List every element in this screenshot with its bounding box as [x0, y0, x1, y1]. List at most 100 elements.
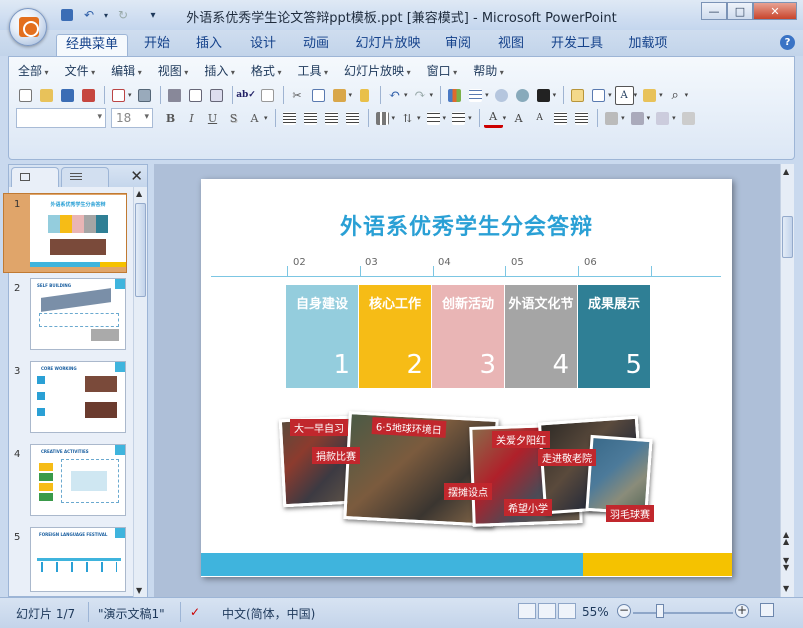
- tab-slideshow[interactable]: 幻灯片放映: [349, 34, 427, 56]
- menu-edit[interactable]: 编辑: [103, 62, 150, 80]
- tab-design[interactable]: 设计: [242, 34, 284, 56]
- scroll-up-icon[interactable]: ▲: [783, 167, 789, 176]
- previous-slide-icon[interactable]: ▲ ▲: [783, 531, 789, 546]
- menu-all[interactable]: 全部: [10, 62, 57, 80]
- minimize-button[interactable]: —: [701, 2, 727, 20]
- permission-icon[interactable]: [79, 86, 98, 105]
- print-preview-icon[interactable]: [186, 86, 205, 105]
- menu-slideshow[interactable]: 幻灯片放映: [336, 62, 419, 80]
- find-icon[interactable]: ⌕: [666, 86, 685, 105]
- underline-button[interactable]: U: [203, 109, 222, 128]
- numbering-icon[interactable]: [424, 109, 443, 128]
- shape-fill-icon[interactable]: [679, 109, 698, 128]
- scroll-thumb[interactable]: [782, 216, 793, 258]
- slide-thumbnail-1[interactable]: 外语系优秀学生分会答辩: [30, 195, 126, 267]
- close-pane-icon[interactable]: ✕: [130, 167, 143, 185]
- increase-indent-icon[interactable]: [572, 109, 591, 128]
- shapes-icon[interactable]: [602, 109, 621, 128]
- zoom-out-button[interactable]: −: [617, 604, 631, 618]
- section-box-4[interactable]: 外语文化节 4: [505, 285, 577, 388]
- scroll-thumb[interactable]: [135, 203, 146, 297]
- zoom-slider-handle[interactable]: [656, 604, 664, 618]
- menu-window[interactable]: 窗口: [419, 62, 466, 80]
- cut-icon[interactable]: ✂: [288, 86, 307, 105]
- publish-icon[interactable]: [135, 86, 154, 105]
- font-color-icon[interactable]: A: [483, 109, 503, 128]
- clip-art-icon[interactable]: [492, 86, 511, 105]
- section-box-1[interactable]: 自身建设 1: [286, 285, 358, 388]
- tab-animations[interactable]: 动画: [295, 34, 337, 56]
- photo-collage[interactable]: 大一早自习 捐款比赛 6·5地球环境日 摆摊设点 关爱夕阳红 走进敬老院 希望小…: [276, 411, 656, 541]
- text-direction-icon[interactable]: ⇅: [398, 109, 417, 128]
- copy-icon[interactable]: [309, 86, 328, 105]
- slide-sorter-icon[interactable]: [538, 603, 556, 619]
- section-box-2[interactable]: 核心工作 2: [359, 285, 431, 388]
- print-icon[interactable]: [165, 86, 184, 105]
- editor-scrollbar[interactable]: ▲ ▲ ▲ ▼ ▼ ▼: [780, 164, 794, 597]
- slide-layout-icon[interactable]: [589, 86, 608, 105]
- hyperlink-icon[interactable]: [513, 86, 532, 105]
- tab-insert[interactable]: 插入: [188, 34, 230, 56]
- tab-developer[interactable]: 开发工具: [546, 34, 608, 56]
- character-spacing-button[interactable]: A: [245, 109, 264, 128]
- insert-table-icon[interactable]: [466, 86, 485, 105]
- spell-check-icon[interactable]: ✓: [190, 605, 200, 619]
- color-grayscale-icon[interactable]: [534, 86, 553, 105]
- help-icon[interactable]: ?: [780, 35, 795, 50]
- arrange-icon[interactable]: [628, 109, 647, 128]
- slide-thumbnail-3[interactable]: CORE WORKING: [30, 361, 126, 433]
- italic-button[interactable]: I: [182, 109, 201, 128]
- slideshow-view-icon[interactable]: [558, 603, 576, 619]
- menu-tools[interactable]: 工具: [289, 62, 336, 80]
- scroll-down-icon[interactable]: ▼: [783, 584, 789, 593]
- shrink-font-icon[interactable]: A: [530, 109, 549, 128]
- align-right-icon[interactable]: [322, 109, 341, 128]
- section-box-5[interactable]: 成果展示 5: [578, 285, 650, 388]
- normal-view-icon[interactable]: [518, 603, 536, 619]
- tab-review[interactable]: 审阅: [437, 34, 479, 56]
- menu-file[interactable]: 文件: [57, 62, 104, 80]
- paste-icon[interactable]: [330, 86, 349, 105]
- bullets-icon[interactable]: [449, 109, 468, 128]
- format-painter-icon[interactable]: [355, 86, 374, 105]
- new-slide-icon[interactable]: [568, 86, 587, 105]
- open-folder-icon[interactable]: [640, 86, 659, 105]
- justify-icon[interactable]: [343, 109, 362, 128]
- tab-outline[interactable]: [61, 167, 109, 187]
- tab-slides[interactable]: [11, 167, 59, 187]
- maximize-button[interactable]: □: [727, 2, 753, 20]
- shadow-button[interactable]: S: [224, 109, 243, 128]
- save-icon[interactable]: [58, 86, 77, 105]
- redo-icon[interactable]: ↷: [411, 86, 430, 105]
- font-size-combo[interactable]: 18: [111, 108, 153, 128]
- fit-to-window-icon[interactable]: [760, 603, 774, 617]
- slide-thumbnail-4[interactable]: CREATIVE ACTIVITIES: [30, 444, 126, 516]
- page-setup-icon[interactable]: [207, 86, 226, 105]
- menu-help[interactable]: 帮助: [465, 62, 512, 80]
- spelling-icon[interactable]: ab✓: [236, 86, 256, 105]
- language-indicator[interactable]: 中文(简体，中国): [222, 605, 315, 622]
- menu-view[interactable]: 视图: [150, 62, 197, 80]
- bold-button[interactable]: B: [161, 109, 180, 128]
- menu-insert[interactable]: 插入: [196, 62, 243, 80]
- font-name-combo[interactable]: [16, 108, 106, 128]
- zoom-slider-track[interactable]: [633, 612, 733, 614]
- slide-title[interactable]: 外语系优秀学生分会答辩: [201, 209, 732, 241]
- current-slide[interactable]: 外语系优秀学生分会答辩 02 03 04 05 06 自身建设 1 核心工作 2…: [201, 179, 732, 577]
- slide-thumbnail-5[interactable]: FOREIGN LANGUAGE FESTIVAL: [30, 527, 126, 592]
- decrease-indent-icon[interactable]: [551, 109, 570, 128]
- grow-font-icon[interactable]: A: [509, 109, 528, 128]
- next-slide-icon[interactable]: ▼ ▼: [783, 557, 789, 572]
- research-icon[interactable]: [258, 86, 277, 105]
- align-left-icon[interactable]: [280, 109, 299, 128]
- section-box-3[interactable]: 创新活动 3: [432, 285, 504, 388]
- open-icon[interactable]: [37, 86, 56, 105]
- text-box-icon[interactable]: A: [614, 85, 634, 105]
- tab-addins[interactable]: 加载项: [622, 34, 674, 56]
- align-center-icon[interactable]: [301, 109, 320, 128]
- zoom-level[interactable]: 55%: [582, 605, 609, 619]
- new-icon[interactable]: [16, 86, 35, 105]
- zoom-in-button[interactable]: +: [735, 604, 749, 618]
- email-icon[interactable]: [109, 86, 128, 105]
- slide-thumbnail-2[interactable]: SELF BUILDING: [30, 278, 126, 350]
